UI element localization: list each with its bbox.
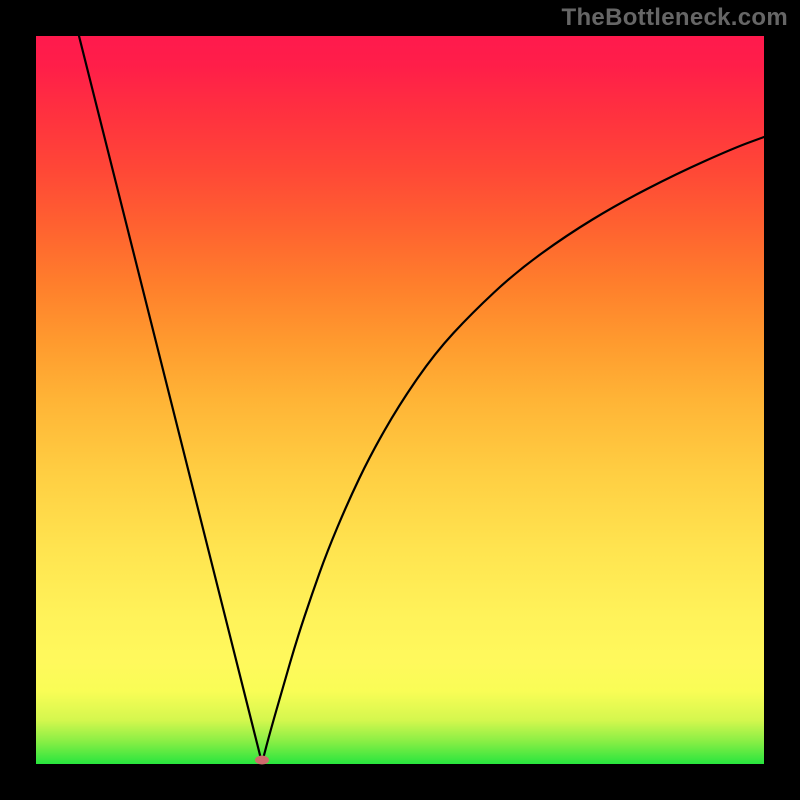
watermark-text: TheBottleneck.com xyxy=(562,4,788,32)
minimum-marker xyxy=(255,756,269,765)
plot-area xyxy=(36,36,764,764)
bottleneck-curve xyxy=(36,36,764,764)
chart-stage: TheBottleneck.com xyxy=(0,0,800,800)
